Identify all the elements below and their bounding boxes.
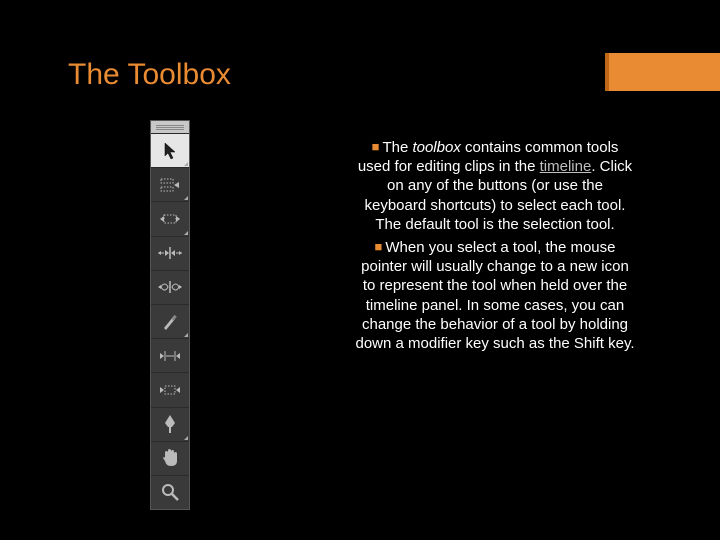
hand-tool[interactable] [151,441,189,475]
body-text: ■The toolbox contains common tools used … [355,138,635,357]
selection-tool[interactable] [151,133,189,167]
italic-text: toolbox [412,139,460,156]
slide-tool[interactable] [151,372,189,406]
page-title: The Toolbox [68,58,231,92]
toolbox-panel [150,120,190,510]
rolling-edit-tool[interactable] [151,236,189,270]
text: When you select a tool, the mouse pointe… [355,239,634,352]
paragraph-1: ■The toolbox contains common tools used … [355,138,635,234]
bullet-icon: ■ [375,239,383,254]
text: The [382,139,412,156]
ripple-edit-tool[interactable] [151,201,189,235]
pen-tool[interactable] [151,407,189,441]
toolbox-grip-icon [151,121,189,133]
accent-bar [605,53,720,91]
bullet-icon: ■ [372,139,380,154]
slip-tool[interactable] [151,338,189,372]
timeline-link[interactable]: timeline [540,158,592,175]
rate-stretch-tool[interactable] [151,270,189,304]
paragraph-2: ■When you select a tool, the mouse point… [355,238,635,353]
zoom-tool[interactable] [151,475,189,509]
track-select-tool[interactable] [151,167,189,201]
razor-tool[interactable] [151,304,189,338]
